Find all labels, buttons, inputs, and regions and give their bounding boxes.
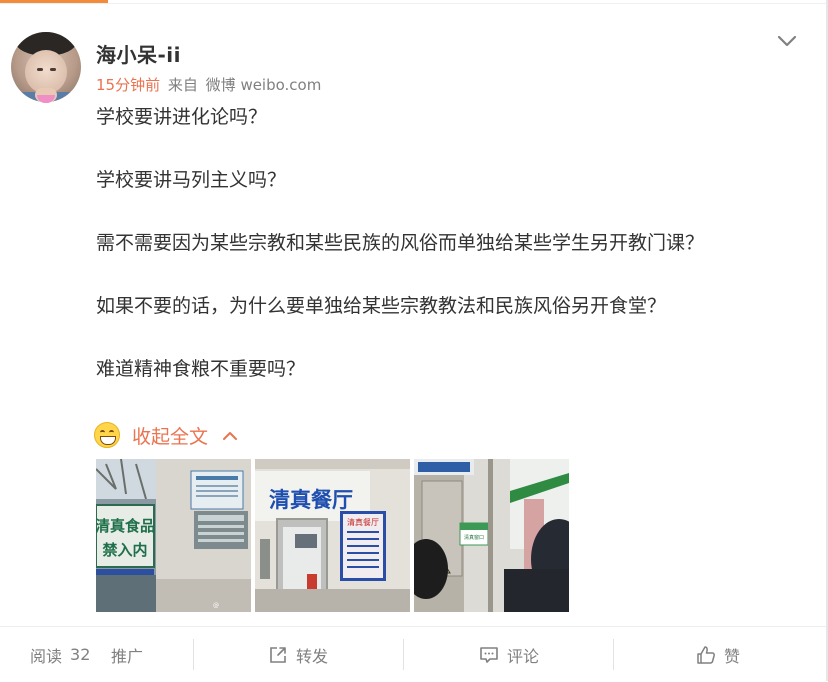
bar-divider bbox=[193, 639, 194, 670]
post-line: 需不需要因为某些宗教和某些民族的风俗而单独给某些学生另开教门课？ bbox=[96, 232, 705, 254]
read-number: 32 bbox=[70, 645, 91, 664]
post-image-3[interactable]: 清真窗口 bbox=[414, 459, 569, 612]
comment-icon bbox=[480, 646, 498, 663]
svg-text:清真餐厅: 清真餐厅 bbox=[347, 517, 379, 527]
svg-text:清真窗口: 清真窗口 bbox=[464, 534, 484, 541]
svg-text:清真餐厅: 清真餐厅 bbox=[269, 488, 353, 512]
svg-text:清真食品: 清真食品 bbox=[96, 517, 155, 535]
action-bar: 阅读 32 推广 转发 评论 赞 bbox=[0, 626, 826, 682]
post-line: 如果不要的话，为什么要单独给某些宗教教法和民族风俗另开食堂？ bbox=[96, 295, 667, 317]
chevron-up-icon bbox=[223, 432, 238, 440]
source-prefix: 来自 bbox=[167, 76, 198, 94]
collapse-button[interactable]: 收起全文 bbox=[94, 420, 238, 450]
grin-emoji-icon bbox=[94, 422, 120, 448]
read-label: 阅读 bbox=[30, 646, 63, 666]
post-image-2[interactable]: 清真餐厅 清真餐厅 bbox=[255, 459, 410, 612]
post-line: 难道精神食粮不重要吗？ bbox=[96, 358, 306, 380]
comment-button[interactable]: 评论 bbox=[479, 627, 539, 682]
like-button[interactable]: 赞 bbox=[696, 627, 740, 682]
post-image-1[interactable]: 清真食品 禁入内 @ bbox=[96, 459, 251, 612]
svg-text:禁入内: 禁入内 bbox=[102, 541, 147, 559]
post-time[interactable]: 15分钟前 bbox=[96, 76, 160, 94]
like-icon bbox=[697, 645, 715, 664]
comment-label: 评论 bbox=[507, 646, 540, 666]
post-meta: 15分钟前 来自 微博 weibo.com bbox=[96, 74, 324, 95]
repost-button[interactable]: 转发 bbox=[268, 627, 328, 682]
post-text: 学校要讲进化论吗？ 学校要讲马列主义吗？ 需不需要因为某些宗教和某些民族的风俗而… bbox=[96, 101, 796, 416]
bar-divider bbox=[403, 639, 404, 670]
collapse-label: 收起全文 bbox=[132, 425, 209, 448]
repost-label: 转发 bbox=[296, 646, 329, 666]
avatar[interactable] bbox=[11, 32, 81, 102]
top-divider bbox=[0, 3, 828, 4]
promote-button[interactable]: 推广 bbox=[111, 627, 143, 682]
post-source[interactable]: 微博 weibo.com bbox=[206, 76, 322, 94]
username[interactable]: 海小呆-ii bbox=[96, 39, 181, 68]
promote-label: 推广 bbox=[111, 646, 144, 666]
chevron-down-icon[interactable] bbox=[774, 28, 800, 54]
svg-text:@: @ bbox=[213, 602, 219, 609]
read-count: 阅读 32 bbox=[30, 627, 90, 682]
post-line: 学校要讲进化论吗？ bbox=[96, 106, 268, 128]
bar-divider bbox=[613, 639, 614, 670]
like-label: 赞 bbox=[724, 646, 741, 666]
repost-icon bbox=[270, 646, 286, 663]
post-line: 学校要讲马列主义吗？ bbox=[96, 169, 287, 191]
